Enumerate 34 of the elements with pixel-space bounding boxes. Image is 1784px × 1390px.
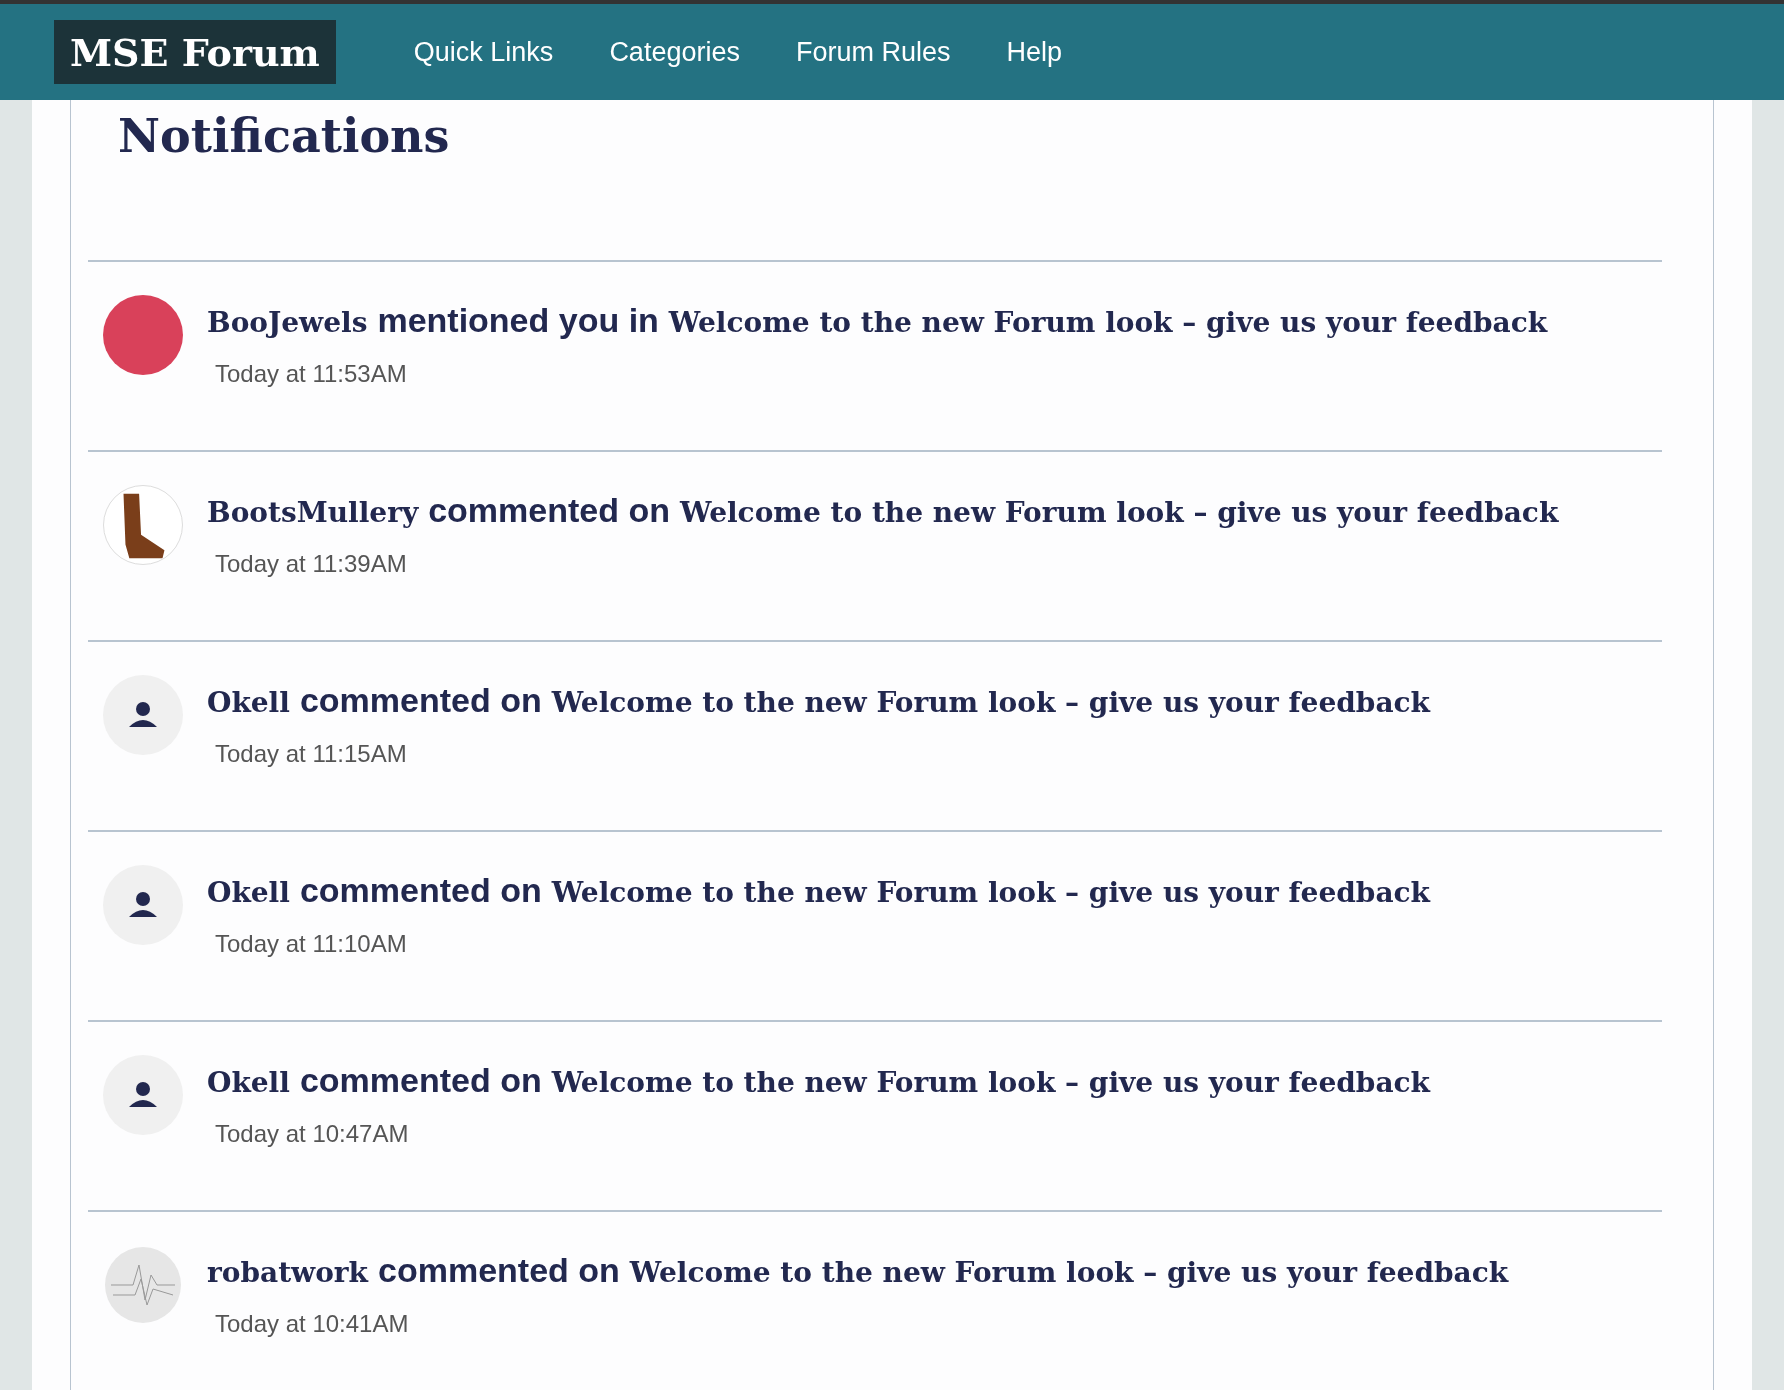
notification-time: Today at 11:10AM xyxy=(215,929,408,959)
user-silhouette-icon xyxy=(103,865,183,945)
wave-lines-avatar-icon xyxy=(103,1245,183,1325)
notification-time: Today at 11:53AM xyxy=(215,359,408,389)
topic-link[interactable]: Welcome to the new Forum look – give us your feedback xyxy=(551,1062,1430,1104)
topic-link[interactable]: Welcome to the new Forum look – give us your feedback xyxy=(680,492,1559,534)
notification-action: commented on xyxy=(299,870,542,911)
nav-link[interactable]: Quick Links xyxy=(413,31,554,73)
username-link[interactable]: robatwork xyxy=(207,1252,368,1294)
topic-link[interactable]: Welcome to the new Forum look – give us your feedback xyxy=(551,682,1430,724)
nav-link[interactable]: Forum Rules xyxy=(795,31,951,73)
user-silhouette-icon xyxy=(103,1055,183,1135)
notification-time: Today at 11:15AM xyxy=(215,739,408,769)
forum-logo[interactable]: MSE Forum xyxy=(54,20,336,84)
nav-link[interactable]: Help xyxy=(1006,31,1063,73)
notification-action: commented on xyxy=(428,490,670,531)
topic-link[interactable]: Welcome to the new Forum look – give us your feedback xyxy=(629,1252,1509,1294)
notification-action: commented on xyxy=(378,1250,620,1291)
username-link[interactable]: BooJewels xyxy=(207,302,368,344)
notification-time: Today at 11:39AM xyxy=(215,549,408,579)
notification-action: mentioned you in xyxy=(377,300,659,341)
topic-link[interactable]: Welcome to the new Forum look – give us your feedback xyxy=(551,872,1430,914)
page-title: Notifications xyxy=(118,108,451,165)
username-link[interactable]: Okell xyxy=(207,682,290,724)
notification-action: commented on xyxy=(299,680,542,721)
notification-time: Today at 10:41AM xyxy=(215,1309,410,1339)
username-link[interactable]: BootsMullery xyxy=(207,492,419,534)
user-silhouette-icon xyxy=(103,675,183,755)
notification-action: commented on xyxy=(299,1060,542,1101)
topic-link[interactable]: Welcome to the new Forum look – give us your feedback xyxy=(668,302,1548,344)
nav-link[interactable]: Categories xyxy=(609,31,740,73)
username-link[interactable]: Okell xyxy=(207,872,290,914)
username-link[interactable]: Okell xyxy=(207,1062,290,1104)
notification-time: Today at 10:47AM xyxy=(215,1119,410,1149)
